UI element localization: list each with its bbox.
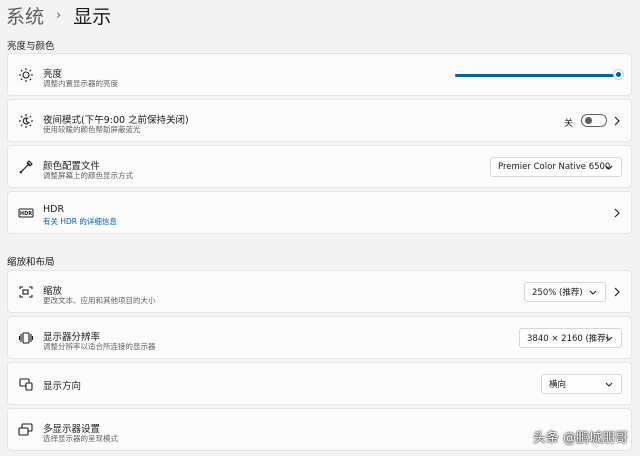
- chevron-right-icon[interactable]: [613, 208, 621, 218]
- multiple-displays-icon: [18, 422, 34, 438]
- chevron-down-icon: [605, 381, 613, 388]
- orientation-value: 横向: [549, 380, 567, 390]
- orientation-icon: [18, 376, 34, 392]
- brightness-subtitle: 调整内置显示器的亮度: [43, 79, 118, 88]
- breadcrumb-parent[interactable]: 系统: [6, 2, 44, 29]
- night-light-state-label: 关: [564, 119, 574, 129]
- toggle-knob: [585, 117, 592, 124]
- svg-text:HDR: HDR: [20, 211, 32, 217]
- chevron-right-icon[interactable]: [613, 287, 621, 297]
- hdr-icon: HDR: [18, 205, 34, 221]
- hdr-info-link[interactable]: 有关 HDR 的详细信息: [43, 216, 117, 227]
- chevron-right-icon[interactable]: [613, 116, 621, 126]
- orientation-title: 显示方向: [43, 381, 82, 392]
- resolution-value: 3840 × 2160 (推荐): [527, 334, 610, 344]
- hdr-card[interactable]: HDR HDR 有关 HDR 的详细信息: [7, 191, 632, 234]
- brightness-card: 亮度 调整内置显示器的亮度: [7, 53, 632, 96]
- brightness-slider-thumb[interactable]: [613, 69, 624, 80]
- scale-icon: [18, 284, 34, 300]
- multiple-displays-subtitle: 选择显示器的呈现模式: [43, 434, 118, 443]
- watermark: 头条 @鹏城朋哥: [532, 431, 628, 446]
- brightness-sun-icon: [18, 67, 34, 83]
- scale-value: 250% (推荐): [532, 288, 583, 298]
- chevron-down-icon: [605, 164, 613, 171]
- resolution-icon: [18, 330, 34, 346]
- color-profile-card: 颜色配置文件 调整屏幕上的颜色显示方式 Premier Color Native…: [7, 145, 632, 188]
- orientation-select[interactable]: 横向: [541, 374, 622, 394]
- color-profile-value: Premier Color Native 6500: [498, 162, 611, 172]
- brightness-slider-track[interactable]: [455, 74, 617, 77]
- orientation-card: 显示方向 横向: [7, 362, 632, 405]
- resolution-subtitle: 调整分辨率以适合所连接的显示器: [43, 342, 156, 351]
- chevron-down-icon: [605, 335, 613, 342]
- eyedropper-icon: [18, 159, 34, 175]
- page-title: 显示: [73, 5, 112, 28]
- section-heading-brightness-color: 亮度与颜色: [7, 41, 55, 52]
- resolution-card: 显示器分辨率 调整分辨率以适合所连接的显示器 3840 × 2160 (推荐): [7, 316, 632, 359]
- section-heading-scale-layout: 缩放和布局: [7, 257, 55, 268]
- night-light-subtitle: 使用较暖的颜色帮助屏蔽蓝光: [43, 125, 141, 134]
- scale-subtitle: 更改文本、应用和其他项目的大小: [43, 296, 156, 305]
- night-light-card[interactable]: 夜间模式(下午9:00 之前保持关闭) 使用较暖的颜色帮助屏蔽蓝光 关: [7, 99, 632, 142]
- breadcrumb: 系统 › 显示: [6, 2, 111, 28]
- color-profile-subtitle: 调整屏幕上的颜色显示方式: [43, 171, 133, 180]
- hdr-title: HDR: [43, 204, 65, 215]
- chevron-down-icon: [589, 289, 597, 296]
- night-light-icon: [18, 113, 34, 129]
- resolution-select[interactable]: 3840 × 2160 (推荐): [519, 328, 622, 348]
- scale-select[interactable]: 250% (推荐): [524, 282, 606, 302]
- night-light-toggle[interactable]: [581, 114, 607, 127]
- color-profile-select[interactable]: Premier Color Native 6500: [490, 157, 622, 177]
- breadcrumb-separator-icon: ›: [56, 7, 62, 23]
- scale-card[interactable]: 缩放 更改文本、应用和其他项目的大小 250% (推荐): [7, 270, 632, 313]
